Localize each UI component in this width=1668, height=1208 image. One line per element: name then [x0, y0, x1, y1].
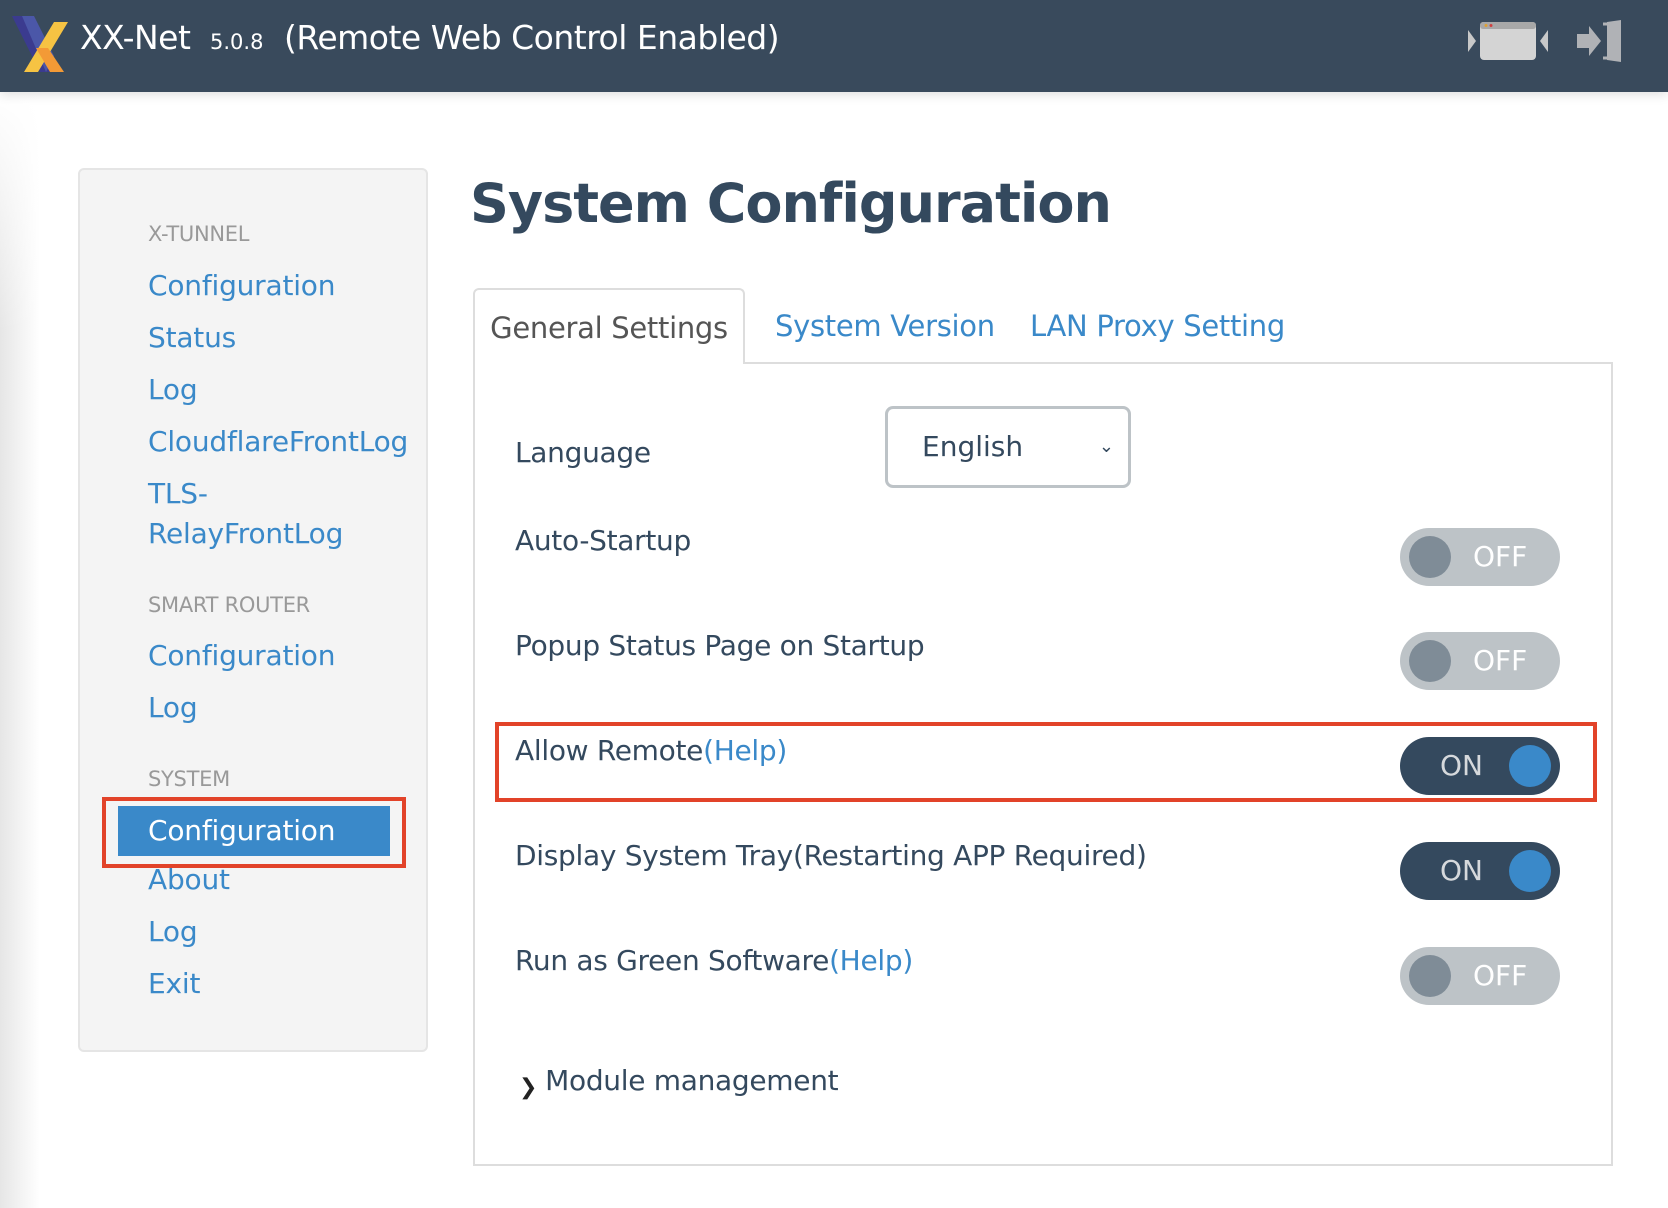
sidebar-item-exit[interactable]: Exit [148, 964, 200, 1004]
sidebar: X-TUNNEL Configuration Status Log Cloudf… [78, 168, 428, 1052]
toggle-state: ON [1440, 854, 1483, 887]
green-software-help-link[interactable]: (Help) [829, 944, 913, 977]
toggle-state: OFF [1473, 644, 1528, 677]
page-shadow-fade [0, 92, 60, 332]
sidebar-heading-system: SYSTEM [148, 767, 230, 791]
toggle-knob [1509, 850, 1551, 892]
chevron-right-icon: ❯ [519, 1075, 538, 1100]
toggle-state: ON [1440, 749, 1483, 782]
green-software-toggle[interactable]: OFF [1400, 947, 1560, 1005]
sidebar-heading-smart-router: SMART ROUTER [148, 593, 310, 617]
auto-startup-label: Auto-Startup [515, 524, 691, 557]
window-icon[interactable] [1466, 18, 1550, 64]
display-system-tray-label: Display System Tray(Restarting APP Requi… [515, 839, 1147, 872]
auto-startup-toggle[interactable]: OFF [1400, 528, 1560, 586]
popup-status-toggle[interactable]: OFF [1400, 632, 1560, 690]
module-management-label: Module management [545, 1064, 839, 1097]
app-status: (Remote Web Control Enabled) [284, 18, 780, 57]
toggle-knob [1409, 536, 1451, 578]
top-bar: XX-Net 5.0.8 (Remote Web Control Enabled… [0, 0, 1668, 92]
toggle-knob [1409, 640, 1451, 682]
display-system-tray-toggle[interactable]: ON [1400, 842, 1560, 900]
green-software-label: Run as Green Software(Help) [515, 944, 913, 977]
toggle-state: OFF [1473, 540, 1528, 573]
annotation-highlight-sidebar [102, 797, 406, 868]
logout-icon[interactable] [1575, 18, 1623, 64]
sidebar-item-tls-relay-front-log[interactable]: TLS- RelayFrontLog [148, 474, 418, 554]
sidebar-item-x-tunnel-status[interactable]: Status [148, 318, 236, 358]
sidebar-item-x-tunnel-log[interactable]: Log [148, 370, 198, 410]
language-select[interactable]: English ⌄ [885, 406, 1131, 488]
allow-remote-toggle[interactable]: ON [1400, 737, 1560, 795]
sidebar-item-smart-router-configuration[interactable]: Configuration [148, 636, 335, 676]
app-name: XX-Net [80, 18, 191, 57]
chevron-down-icon: ⌄ [1098, 436, 1114, 457]
sidebar-item-system-log[interactable]: Log [148, 912, 198, 952]
page-title: System Configuration [470, 172, 1112, 235]
sidebar-item-x-tunnel-configuration[interactable]: Configuration [148, 266, 335, 306]
allow-remote-text: Allow Remote [515, 734, 704, 767]
tab-lan-proxy-setting[interactable]: LAN Proxy Setting [1030, 288, 1285, 364]
allow-remote-help-link[interactable]: (Help) [703, 734, 787, 767]
xx-net-logo-icon [12, 16, 68, 72]
toggle-state: OFF [1473, 959, 1528, 992]
sidebar-heading-x-tunnel: X-TUNNEL [148, 222, 250, 246]
popup-status-label: Popup Status Page on Startup [515, 629, 925, 662]
language-label: Language [515, 436, 651, 469]
tab-general-settings[interactable]: General Settings [473, 288, 745, 364]
general-settings-panel: Language English ⌄ Auto-Startup OFF Popu… [473, 362, 1613, 1166]
allow-remote-label: Allow Remote(Help) [515, 734, 787, 767]
app-version: 5.0.8 [210, 30, 264, 54]
sidebar-item-smart-router-log[interactable]: Log [148, 688, 198, 728]
toggle-knob [1409, 955, 1451, 997]
module-management-toggle[interactable]: ❯ Module management [519, 1064, 839, 1100]
toggle-knob [1509, 745, 1551, 787]
tab-system-version[interactable]: System Version [775, 288, 995, 364]
sidebar-item-cloudflare-front-log[interactable]: CloudflareFrontLog [148, 422, 408, 462]
language-select-value: English [922, 430, 1024, 463]
green-software-text: Run as Green Software [515, 944, 830, 977]
